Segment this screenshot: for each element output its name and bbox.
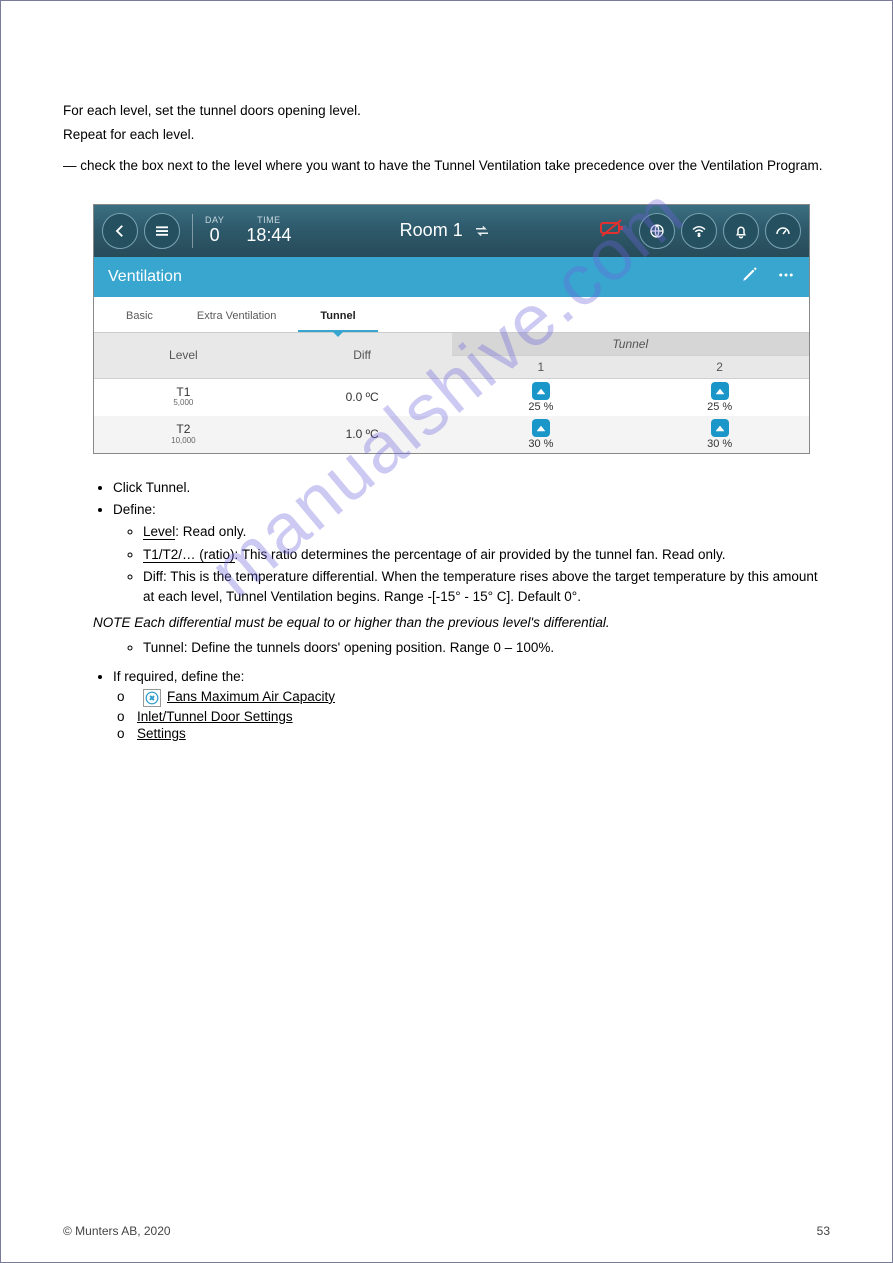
app-header: DAY 0 TIME 18:44 Room 1: [94, 205, 809, 257]
tabs: Basic Extra Ventilation Tunnel: [94, 297, 809, 333]
col-tunnel-2: 2: [630, 355, 809, 378]
globe-button[interactable]: [639, 213, 675, 249]
level-sub: 5,000: [100, 399, 267, 408]
diff-value[interactable]: 1.0 ºC: [273, 416, 452, 453]
col-diff: Diff: [273, 333, 452, 379]
tunnel-2-cell[interactable]: 30 %: [630, 416, 809, 453]
def-inlet-door: o Inlet/Tunnel Door Settings: [117, 709, 830, 724]
footer-copyright: © Munters AB, 2020: [63, 1224, 171, 1238]
def-settings: o Settings: [117, 726, 830, 741]
wifi-button[interactable]: [681, 213, 717, 249]
inlet-icon: [532, 382, 550, 400]
table-row: T1 5,000 0.0 ºC 25 % 25 %: [94, 378, 809, 416]
bell-button[interactable]: [723, 213, 759, 249]
sub-bullet-ratio: T1/T2/… (ratio): This ratio determines t…: [143, 545, 830, 565]
intro-p2: Repeat for each level.: [63, 125, 830, 145]
day-value: 0: [210, 226, 220, 246]
col-tunnel: Tunnel: [452, 333, 810, 356]
intro-p1: For each level, set the tunnel doors ope…: [63, 101, 830, 121]
level-name: T2: [100, 423, 267, 436]
level-sub: 10,000: [100, 437, 267, 446]
tab-extra-ventilation[interactable]: Extra Ventilation: [175, 302, 299, 332]
back-arrow-icon: [111, 222, 129, 240]
col-tunnel-1: 1: [452, 355, 631, 378]
pencil-icon: [741, 265, 759, 283]
inlet-icon: [532, 419, 550, 437]
more-button[interactable]: [777, 266, 795, 288]
tunnel-table: Level Diff Tunnel 1 2 T1 5,000 0.0 ºC: [94, 333, 809, 453]
tunnel-2-value: 30 %: [707, 438, 732, 450]
hamburger-icon: [153, 222, 171, 240]
swap-icon[interactable]: [473, 222, 491, 240]
sub-bullet-level: Level: Read only.: [143, 522, 830, 542]
tab-basic[interactable]: Basic: [104, 302, 175, 332]
col-level: Level: [94, 333, 273, 379]
sub-bullet-tunnel: Tunnel: Define the tunnels doors' openin…: [143, 638, 830, 658]
bullet-click-tunnel: Click Tunnel.: [113, 478, 830, 498]
section-bar: Ventilation: [94, 257, 809, 297]
room-name: Room 1: [400, 220, 463, 241]
def-fan-capacity: o Fans Maximum Air Capacity: [117, 689, 830, 707]
tunnel-1-value: 30 %: [528, 438, 553, 450]
divider: [192, 214, 193, 248]
sub-bullet-diff: Diff: This is the temperature differenti…: [143, 567, 830, 608]
globe-icon: [648, 222, 666, 240]
time-block: TIME 18:44: [246, 216, 291, 246]
fan-icon: [143, 689, 161, 707]
section-title: Ventilation: [108, 268, 182, 286]
inlet-icon: [711, 382, 729, 400]
bullet-define: Define:: [113, 500, 830, 520]
diff-value[interactable]: 0.0 ºC: [273, 378, 452, 416]
bell-icon: [732, 222, 750, 240]
tab-tunnel[interactable]: Tunnel: [298, 302, 377, 332]
more-dots-icon: [777, 266, 795, 284]
app-screenshot: DAY 0 TIME 18:44 Room 1: [93, 204, 810, 454]
tunnel-2-value: 25 %: [707, 401, 732, 413]
day-block: DAY 0: [205, 216, 224, 246]
bullet-if-required: If required, define the:: [113, 667, 830, 687]
table-row: T2 10,000 1.0 ºC 30 % 30 %: [94, 416, 809, 453]
tunnel-1-cell[interactable]: 30 %: [452, 416, 631, 453]
menu-button[interactable]: [144, 213, 180, 249]
time-value: 18:44: [246, 226, 291, 246]
wifi-icon: [690, 222, 708, 240]
tunnel-1-value: 25 %: [528, 401, 553, 413]
note-diff: NOTE Each differential must be equal to …: [93, 615, 830, 630]
tunnel-2-cell[interactable]: 25 %: [630, 378, 809, 416]
intro-check-note: — check the box next to the level where …: [63, 156, 830, 176]
edit-button[interactable]: [741, 265, 759, 288]
tunnel-1-cell[interactable]: 25 %: [452, 378, 631, 416]
back-button[interactable]: [102, 213, 138, 249]
inlet-icon: [711, 419, 729, 437]
gauge-button[interactable]: [765, 213, 801, 249]
battery-off-icon: [599, 218, 625, 243]
gauge-icon: [774, 222, 792, 240]
footer-page: 53: [817, 1224, 830, 1238]
